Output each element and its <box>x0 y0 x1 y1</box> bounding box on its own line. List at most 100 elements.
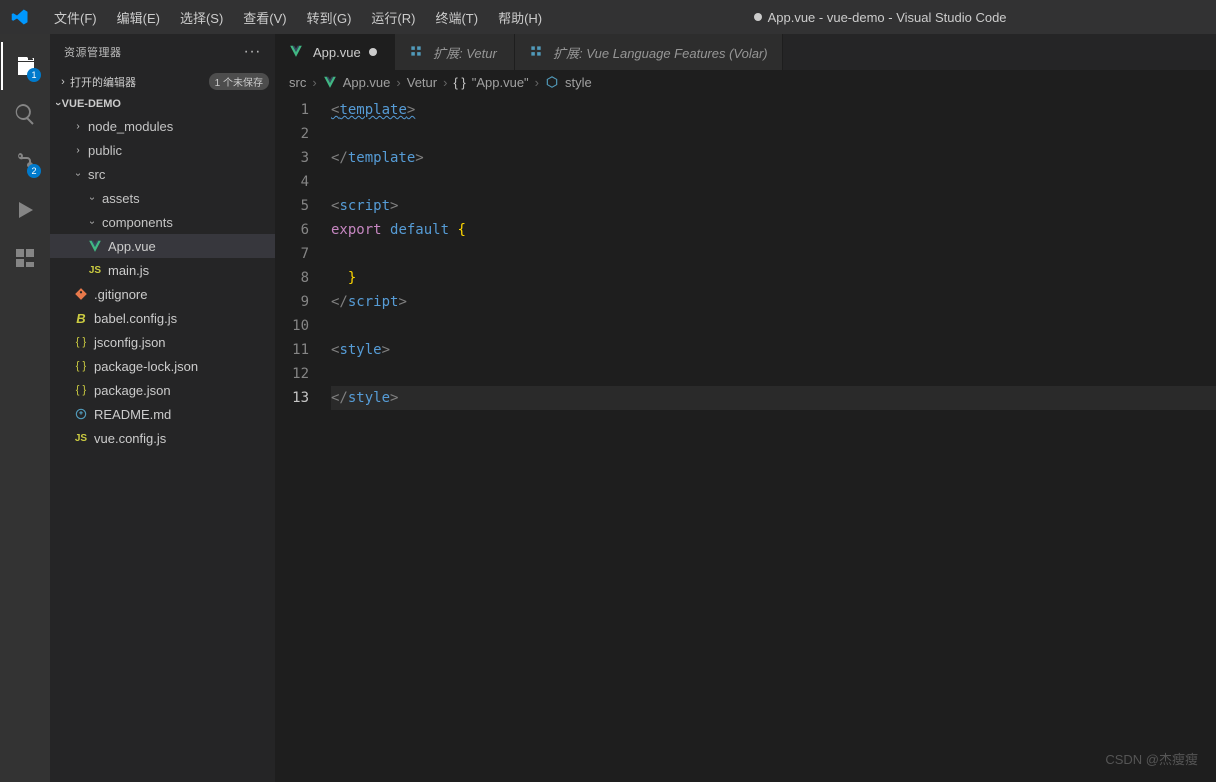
file-tree: › node_modules › public › src › assets › componen… <box>50 114 275 782</box>
activity-bar: 1 2 <box>0 34 50 782</box>
editor-tab[interactable]: 扩展: Vue Language Features (Volar) <box>515 34 783 70</box>
git-file-icon <box>72 287 90 301</box>
vue-file-icon <box>323 75 337 89</box>
chevron-right-icon: › <box>72 121 84 132</box>
folder-item[interactable]: › components <box>50 210 275 234</box>
chevron-right-icon: › <box>72 145 84 156</box>
menu-item[interactable]: 运行(R) <box>361 2 425 33</box>
menu-item[interactable]: 编辑(E) <box>107 2 170 33</box>
activity-debug[interactable] <box>1 186 49 234</box>
chevron-down-icon: › <box>87 192 98 204</box>
activity-extensions[interactable] <box>1 234 49 282</box>
js-file-icon: JS <box>72 433 90 444</box>
activity-scm[interactable]: 2 <box>1 138 49 186</box>
more-icon[interactable]: ··· <box>244 43 261 61</box>
chevron-right-icon: › <box>312 75 316 90</box>
folder-item[interactable]: › public <box>50 138 275 162</box>
chevron-right-icon: › <box>443 75 447 90</box>
menu-item[interactable]: 查看(V) <box>233 2 296 33</box>
chevron-right-icon: › <box>56 76 70 88</box>
breadcrumb-part[interactable]: style <box>565 75 592 90</box>
watermark: CSDN @杰瘦瘦 <box>1105 749 1198 768</box>
dirty-dot-icon <box>754 13 762 21</box>
chevron-down-icon: › <box>52 102 64 106</box>
window-title-text: App.vue - vue-demo - Visual Studio Code <box>768 10 1007 25</box>
code-content[interactable]: <template></template><script>export defa… <box>321 94 1216 782</box>
vue-file-icon <box>86 239 104 253</box>
tab-label: 扩展: Vetur <box>433 43 497 62</box>
editor-tab[interactable]: App.vue <box>275 34 395 70</box>
window-title: App.vue - vue-demo - Visual Studio Code <box>552 10 1208 25</box>
file-item[interactable]: { } jsconfig.json <box>50 330 275 354</box>
menu-item[interactable]: 文件(F) <box>44 2 107 33</box>
folder-item[interactable]: › src <box>50 162 275 186</box>
file-item[interactable]: .gitignore <box>50 282 275 306</box>
tree-item-label: package-lock.json <box>94 359 198 374</box>
chevron-down-icon: › <box>87 216 98 228</box>
breadcrumb-part[interactable]: src <box>289 75 306 90</box>
menu-bar: 文件(F)编辑(E)选择(S)查看(V)转到(G)运行(R)终端(T)帮助(H) <box>44 2 552 33</box>
tree-item-label: README.md <box>94 407 171 422</box>
breadcrumb[interactable]: src › App.vue › Vetur › { } "App.vue" › style <box>275 70 1216 94</box>
tree-item-label: node_modules <box>88 119 173 134</box>
chevron-down-icon: › <box>73 168 84 180</box>
json-file-icon: { } <box>72 336 90 348</box>
vue-file-icon <box>289 44 303 61</box>
file-item[interactable]: { } package.json <box>50 378 275 402</box>
project-name: VUE-DEMO <box>62 98 121 110</box>
tree-item-label: components <box>102 215 173 230</box>
json-file-icon: { } <box>72 384 90 396</box>
json-file-icon: { } <box>72 360 90 372</box>
file-item[interactable]: JSmain.js <box>50 258 275 282</box>
menu-item[interactable]: 终端(T) <box>425 2 488 33</box>
file-item[interactable]: README.md <box>50 402 275 426</box>
menu-item[interactable]: 选择(S) <box>170 2 233 33</box>
tree-item-label: assets <box>102 191 140 206</box>
dirty-dot-icon <box>369 48 377 56</box>
open-editors-label: 打开的编辑器 <box>70 74 136 90</box>
menu-item[interactable]: 帮助(H) <box>488 2 552 33</box>
folder-item[interactable]: › assets <box>50 186 275 210</box>
project-header[interactable]: › VUE-DEMO <box>50 94 275 114</box>
vscode-icon <box>8 5 32 29</box>
babel-file-icon: B <box>72 311 90 326</box>
editor-area: App.vue 扩展: Vetur 扩展: Vue Language Feature… <box>275 34 1216 782</box>
file-item[interactable]: { } package-lock.json <box>50 354 275 378</box>
breadcrumb-part[interactable]: App.vue <box>343 75 391 90</box>
chevron-right-icon: › <box>535 75 539 90</box>
tree-item-label: .gitignore <box>94 287 147 302</box>
tree-item-label: jsconfig.json <box>94 335 166 350</box>
sidebar: 资源管理器 ··· › 打开的编辑器 1 个未保存 › VUE-DEMO › no… <box>50 34 275 782</box>
tab-label: 扩展: Vue Language Features (Volar) <box>553 43 768 62</box>
editor-tabs: App.vue 扩展: Vetur 扩展: Vue Language Feature… <box>275 34 1216 70</box>
chevron-right-icon: › <box>396 75 400 90</box>
sidebar-title: 资源管理器 <box>64 44 122 60</box>
menu-item[interactable]: 转到(G) <box>297 2 362 33</box>
explorer-badge: 1 <box>27 68 41 82</box>
breadcrumb-part[interactable]: "App.vue" <box>472 75 529 90</box>
file-item[interactable]: JSvue.config.js <box>50 426 275 450</box>
editor-tab[interactable]: 扩展: Vetur <box>395 34 515 70</box>
extension-icon <box>409 44 423 61</box>
md-file-icon <box>72 407 90 421</box>
scm-badge: 2 <box>27 164 41 178</box>
file-item[interactable]: Bbabel.config.js <box>50 306 275 330</box>
breadcrumb-part[interactable]: Vetur <box>407 75 437 90</box>
title-bar: 文件(F)编辑(E)选择(S)查看(V)转到(G)运行(R)终端(T)帮助(H)… <box>0 0 1216 34</box>
tree-item-label: src <box>88 167 105 182</box>
activity-search[interactable] <box>1 90 49 138</box>
unsaved-badge: 1 个未保存 <box>209 73 269 90</box>
cube-icon <box>545 75 559 89</box>
activity-explorer[interactable]: 1 <box>1 42 49 90</box>
tree-item-label: public <box>88 143 122 158</box>
js-file-icon: JS <box>86 265 104 276</box>
tree-item-label: package.json <box>94 383 171 398</box>
open-editors-section[interactable]: › 打开的编辑器 1 个未保存 <box>50 69 275 94</box>
tab-label: App.vue <box>313 45 361 60</box>
editor-body[interactable]: 12345678910111213 <template></template><… <box>275 94 1216 782</box>
line-gutter: 12345678910111213 <box>275 94 321 782</box>
file-item[interactable]: App.vue <box>50 234 275 258</box>
json-icon: { } <box>453 75 465 90</box>
folder-item[interactable]: › node_modules <box>50 114 275 138</box>
sidebar-header: 资源管理器 ··· <box>50 34 275 69</box>
